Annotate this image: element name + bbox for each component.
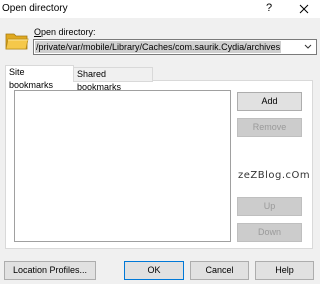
remove-button[interactable]: Remove bbox=[237, 118, 302, 137]
help-button[interactable]: Help bbox=[255, 261, 314, 280]
location-profiles-button[interactable]: Location Profiles... bbox=[4, 261, 96, 280]
down-button[interactable]: Down bbox=[237, 223, 302, 242]
bookmarks-list[interactable] bbox=[14, 90, 231, 242]
help-title-button[interactable]: ? bbox=[262, 1, 276, 16]
watermark-text: zeZBlog.cOm bbox=[238, 170, 311, 181]
open-directory-label: Open directory: bbox=[34, 27, 96, 37]
chevron-down-icon[interactable] bbox=[302, 40, 314, 54]
up-button[interactable]: Up bbox=[237, 197, 302, 216]
cancel-button[interactable]: Cancel bbox=[190, 261, 249, 280]
window-title: Open directory bbox=[2, 3, 68, 14]
ok-button[interactable]: OK bbox=[124, 261, 184, 280]
folder-icon bbox=[5, 33, 29, 50]
add-button[interactable]: Add bbox=[237, 92, 302, 111]
tab-shared-bookmarks[interactable]: Shared bookmarks bbox=[73, 67, 153, 92]
tab-site-bookmarks[interactable]: Site bookmarks bbox=[5, 65, 74, 90]
directory-combobox[interactable]: /private/var/mobile/Library/Caches/com.s… bbox=[33, 39, 317, 55]
directory-input[interactable]: /private/var/mobile/Library/Caches/com.s… bbox=[35, 41, 282, 53]
label-access-key: O bbox=[34, 27, 42, 37]
close-icon bbox=[299, 4, 309, 14]
label-text: pen directory: bbox=[41, 27, 96, 37]
close-button[interactable] bbox=[296, 1, 312, 16]
